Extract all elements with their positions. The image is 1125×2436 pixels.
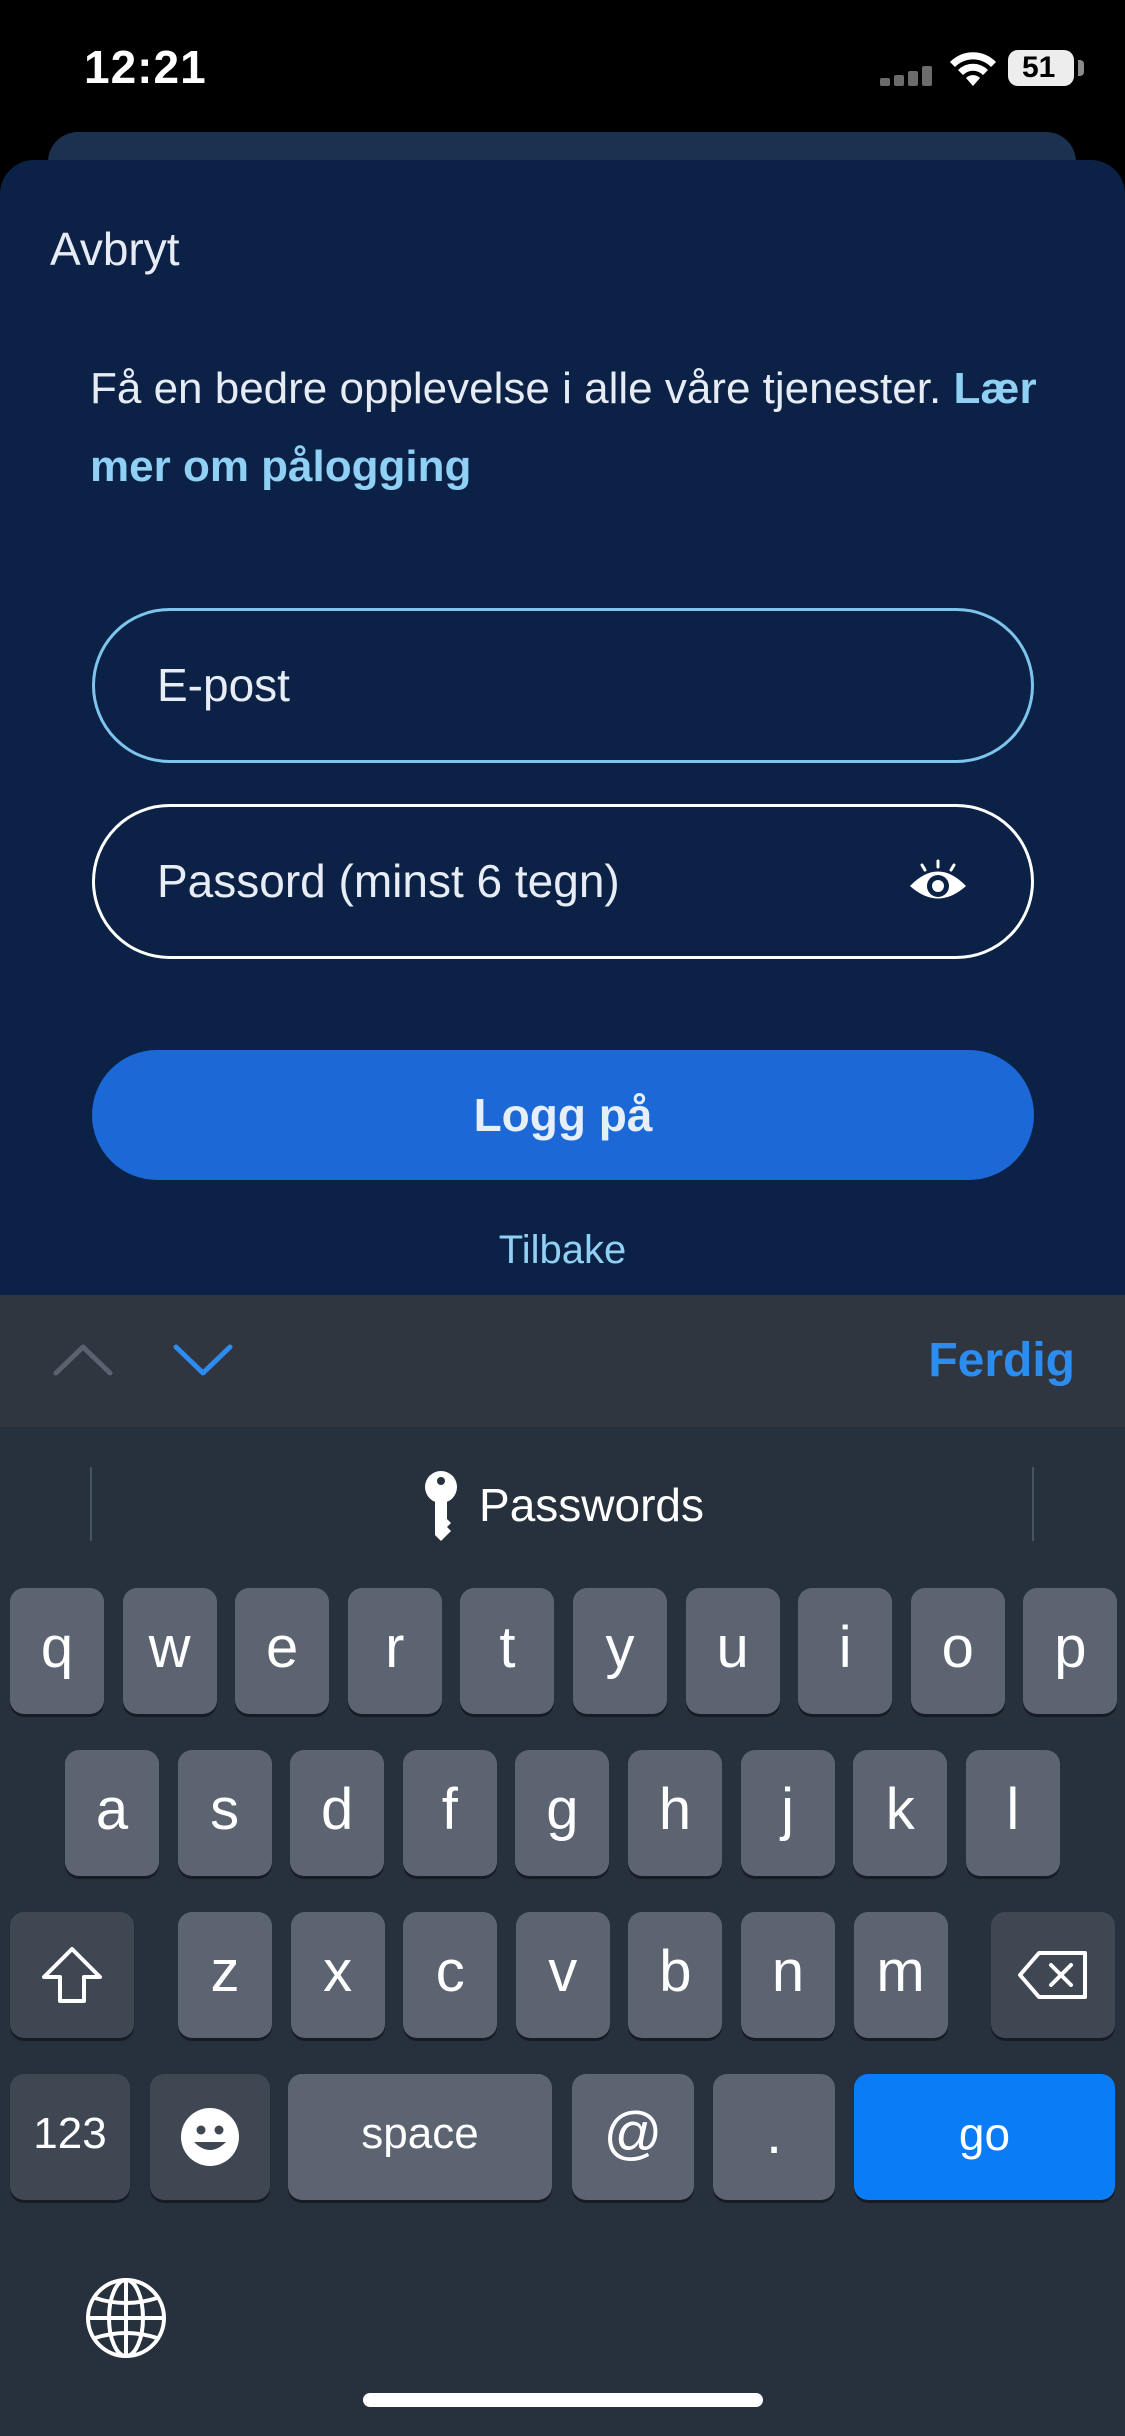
globe-icon[interactable] <box>84 2276 168 2360</box>
key-c[interactable]: c <box>403 1912 498 2038</box>
next-field-chevron-down-icon[interactable] <box>170 1339 236 1379</box>
key-k[interactable]: k <box>853 1750 948 1876</box>
dot-key[interactable]: . <box>713 2074 835 2200</box>
email-placeholder: E-post <box>157 659 290 711</box>
battery-indicator: 51 <box>1008 50 1074 86</box>
previous-field-chevron-up-icon[interactable] <box>50 1339 116 1379</box>
key-n[interactable]: n <box>741 1912 835 2038</box>
status-bar: 12:21 51 <box>0 0 1125 135</box>
cancel-button[interactable]: Avbryt <box>50 222 180 276</box>
go-key[interactable]: go <box>854 2074 1115 2200</box>
passwords-suggestion[interactable]: Passwords <box>0 1469 1125 1541</box>
back-link[interactable]: Tilbake <box>0 1228 1125 1273</box>
key-b[interactable]: b <box>628 1912 723 2038</box>
show-password-eye-icon[interactable] <box>907 859 969 909</box>
status-time: 12:21 <box>84 41 207 93</box>
email-field[interactable]: E-post <box>92 608 1034 763</box>
key-s[interactable]: s <box>177 1750 272 1876</box>
intro-message: Få en bedre opplevelse i alle våre tjene… <box>90 364 942 413</box>
shift-arrow-icon <box>42 1947 102 2003</box>
done-button[interactable]: Ferdig <box>928 1295 1075 1427</box>
key-m[interactable]: m <box>853 1912 948 2038</box>
passwords-label: Passwords <box>479 1479 704 1531</box>
key-u[interactable]: u <box>685 1588 780 1714</box>
shift-key[interactable] <box>10 1912 134 2038</box>
password-field[interactable]: Passord (minst 6 tegn) <box>92 804 1034 959</box>
password-placeholder: Passord (minst 6 tegn) <box>157 855 620 907</box>
keyboard-toolbar: Ferdig <box>0 1295 1125 1427</box>
key-t[interactable]: t <box>460 1588 555 1714</box>
key-v[interactable]: v <box>515 1912 610 2038</box>
login-sheet: Avbryt Få en bedre opplevelse i alle vår… <box>0 160 1125 1295</box>
key-p[interactable]: p <box>1023 1588 1118 1714</box>
key-w[interactable]: w <box>122 1588 217 1714</box>
key-h[interactable]: h <box>628 1750 722 1876</box>
emoji-key[interactable] <box>150 2074 270 2200</box>
at-key[interactable]: @ <box>572 2074 694 2200</box>
key-y[interactable]: y <box>573 1588 667 1714</box>
key-j[interactable]: j <box>740 1750 835 1876</box>
battery-tip <box>1078 60 1084 76</box>
key-icon <box>425 1471 458 1541</box>
home-indicator <box>363 2393 763 2407</box>
key-a[interactable]: a <box>65 1750 159 1876</box>
key-x[interactable]: x <box>290 1912 385 2038</box>
key-l[interactable]: l <box>965 1750 1060 1876</box>
key-z[interactable]: z <box>178 1912 272 2038</box>
key-d[interactable]: d <box>290 1750 385 1876</box>
cellular-signal-icon <box>880 66 934 86</box>
emoji-icon <box>181 2108 239 2166</box>
key-r[interactable]: r <box>347 1588 442 1714</box>
numbers-key[interactable]: 123 <box>10 2074 130 2200</box>
login-button[interactable]: Logg på <box>92 1050 1034 1180</box>
backspace-icon <box>1018 1951 1087 1999</box>
key-g[interactable]: g <box>515 1750 610 1876</box>
key-q[interactable]: q <box>10 1588 104 1714</box>
key-i[interactable]: i <box>798 1588 893 1714</box>
key-f[interactable]: f <box>402 1750 497 1876</box>
space-key[interactable]: space <box>288 2074 552 2200</box>
key-e[interactable]: e <box>235 1588 330 1714</box>
key-o[interactable]: o <box>910 1588 1005 1714</box>
intro-text: Få en bedre opplevelse i alle våre tjene… <box>90 350 1050 506</box>
wifi-icon <box>950 52 996 86</box>
delete-key[interactable] <box>991 1912 1115 2038</box>
